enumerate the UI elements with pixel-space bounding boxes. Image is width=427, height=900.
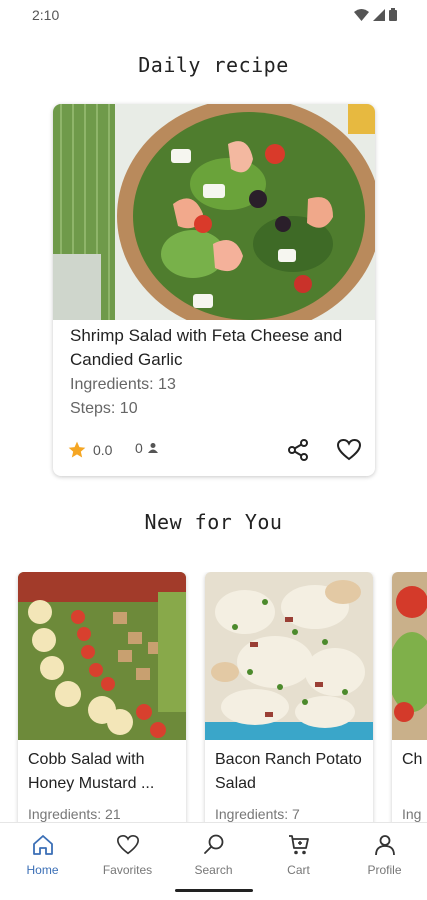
- recipe-card-ingredients: Ingredients: 21: [28, 806, 121, 822]
- new-for-you-heading: New for You: [144, 510, 283, 534]
- recipe-card-title: Ch: [402, 751, 423, 768]
- heart-icon: [116, 834, 139, 855]
- cart-icon: [288, 835, 309, 855]
- nav-label: Search: [194, 863, 233, 877]
- person-icon: [374, 835, 395, 856]
- recipe-card[interactable]: Bacon Ranch Potato Salad Ingredients: 7: [205, 572, 373, 822]
- nav-label: Cart: [287, 863, 310, 877]
- recipe-actions: 0.0 0: [67, 438, 363, 464]
- search-icon: [203, 834, 223, 854]
- status-icons: [354, 8, 397, 21]
- nav-favorites[interactable]: Favorites: [85, 833, 170, 877]
- gesture-home-indicator[interactable]: [175, 889, 253, 892]
- nav-label: Home: [26, 863, 59, 877]
- nav-home[interactable]: Home: [0, 833, 85, 877]
- nav-cart[interactable]: Cart: [256, 833, 341, 877]
- status-bar: 2:10: [0, 0, 427, 30]
- recipe-image: [205, 572, 373, 740]
- recipe-image: [392, 572, 427, 740]
- recipe-carousel[interactable]: Cobb Salad with Honey Mustard ... Ingred…: [0, 572, 427, 822]
- share-icon[interactable]: [286, 438, 310, 462]
- daily-recipe-heading: Daily recipe: [138, 53, 289, 77]
- signal-icon: [373, 8, 385, 21]
- steps-count: Steps: 10: [70, 400, 138, 417]
- recipe-card-ingredients: Ing: [402, 806, 422, 822]
- nav-profile[interactable]: Profile: [342, 833, 427, 877]
- recipe-card[interactable]: Cobb Salad with Honey Mustard ... Ingred…: [18, 572, 186, 822]
- home-icon: [32, 835, 53, 855]
- reviews-count: 0: [135, 440, 159, 456]
- wifi-icon: [354, 8, 369, 21]
- favorite-heart-icon[interactable]: [336, 438, 362, 462]
- ingredients-count: Ingredients: 13: [70, 376, 176, 393]
- daily-recipe-card[interactable]: Shrimp Salad with Feta Cheese and Candie…: [53, 104, 375, 476]
- recipe-image: [18, 572, 186, 740]
- recipe-image: [53, 104, 375, 320]
- nav-search[interactable]: Search: [171, 833, 256, 877]
- status-time: 2:10: [32, 7, 60, 23]
- nav-label: Profile: [367, 863, 402, 877]
- person-small-icon: [147, 443, 158, 453]
- nav-label: Favorites: [102, 863, 153, 877]
- recipe-card-ingredients: Ingredients: 7: [215, 806, 300, 822]
- star-icon: [68, 441, 86, 458]
- recipe-card-title: Cobb Salad with Honey Mustard ...: [28, 751, 155, 792]
- recipe-card[interactable]: Ch Ing: [392, 572, 427, 822]
- rating: 0.0: [67, 440, 112, 460]
- recipe-card-title: Bacon Ranch Potato Salad: [215, 751, 362, 792]
- recipe-title: Shrimp Salad with Feta Cheese and Candie…: [70, 326, 343, 369]
- rating-value: 0.0: [93, 442, 113, 458]
- battery-icon: [389, 8, 397, 21]
- reviews-value: 0: [135, 440, 143, 456]
